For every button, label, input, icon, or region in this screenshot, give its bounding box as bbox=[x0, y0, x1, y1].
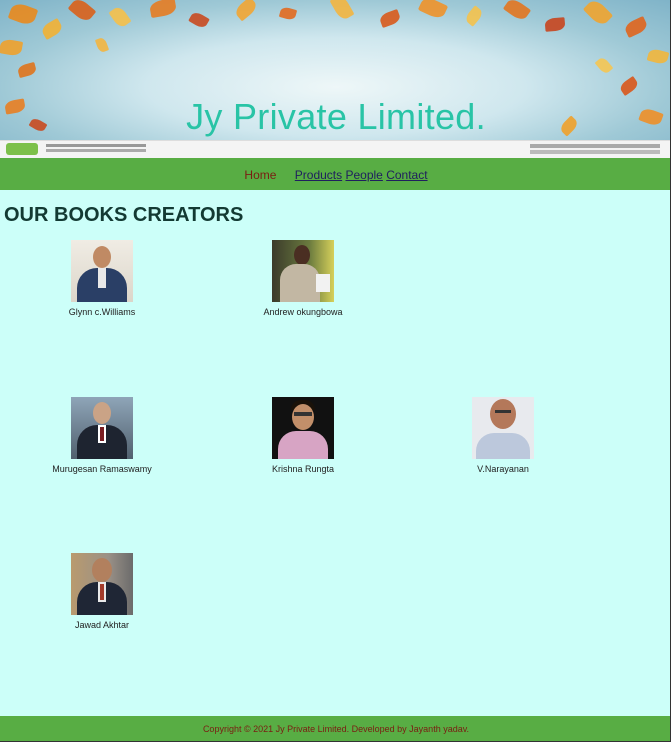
leaf-decoration bbox=[7, 1, 39, 27]
leaf-decoration bbox=[544, 17, 566, 32]
author-name: Krishna Rungta bbox=[271, 464, 335, 474]
leaf-decoration bbox=[329, 0, 355, 22]
author-photo bbox=[71, 397, 133, 459]
author-photo bbox=[472, 397, 534, 459]
author-photo bbox=[272, 240, 334, 302]
leaf-decoration bbox=[463, 5, 485, 27]
leaf-decoration bbox=[278, 6, 298, 21]
leaf-decoration bbox=[378, 8, 402, 29]
ad-text-lines bbox=[46, 144, 146, 147]
leaf-decoration bbox=[108, 4, 132, 30]
author-name: Murugesan Ramaswamy bbox=[52, 464, 152, 474]
leaf-decoration bbox=[623, 16, 649, 38]
leaf-decoration bbox=[502, 0, 532, 23]
leaf-decoration bbox=[582, 0, 614, 28]
main-content: OUR BOOKS CREATORS Glynn c.Williams Andr… bbox=[0, 190, 670, 716]
nav-link-people[interactable]: People bbox=[345, 168, 382, 182]
leaf-decoration bbox=[39, 17, 65, 41]
header-banner: Jy Private Limited. bbox=[0, 0, 670, 158]
author-photo bbox=[71, 553, 133, 615]
nav-link-home[interactable]: Home bbox=[244, 168, 276, 182]
person-card: Murugesan Ramaswamy bbox=[27, 397, 177, 474]
nav-link-products[interactable]: Products bbox=[295, 168, 342, 182]
leaf-decoration bbox=[618, 75, 640, 97]
person-card: Glynn c.Williams bbox=[27, 240, 177, 317]
site-title: Jy Private Limited. bbox=[186, 96, 486, 137]
ad-strip bbox=[0, 140, 670, 158]
person-card: Krishna Rungta bbox=[228, 397, 378, 474]
author-photo bbox=[71, 240, 133, 302]
author-photo bbox=[272, 397, 334, 459]
person-card: Andrew okungbowa bbox=[228, 240, 378, 317]
leaf-decoration bbox=[148, 0, 178, 19]
leaf-decoration bbox=[233, 0, 259, 22]
person-card: V.Narayanan bbox=[428, 397, 578, 474]
page-frame: Jy Private Limited. Home Products People… bbox=[0, 0, 671, 742]
leaf-decoration bbox=[417, 0, 449, 21]
leaf-decoration bbox=[94, 36, 110, 54]
author-name: Glynn c.Williams bbox=[68, 307, 136, 317]
leaf-decoration bbox=[646, 47, 670, 66]
person-card: Jawad Akhtar bbox=[27, 553, 177, 630]
leaf-decoration bbox=[16, 61, 38, 79]
footer: Copyright © 2021 Jy Private Limited. Dev… bbox=[0, 716, 670, 741]
leaf-decoration bbox=[67, 0, 97, 24]
leaf-decoration bbox=[594, 55, 614, 76]
leaf-decoration bbox=[188, 10, 210, 30]
author-name: Andrew okungbowa bbox=[263, 307, 343, 317]
leaf-decoration bbox=[0, 38, 24, 57]
nav-bar: Home Products People Contact bbox=[0, 158, 670, 190]
page-heading: OUR BOOKS CREATORS bbox=[4, 204, 244, 226]
ad-logo-icon bbox=[6, 143, 38, 155]
copyright-text: Copyright © 2021 Jy Private Limited. Dev… bbox=[202, 724, 470, 734]
author-name: V.Narayanan bbox=[477, 464, 529, 474]
ad-text-lines bbox=[530, 144, 660, 148]
nav-link-contact[interactable]: Contact bbox=[386, 168, 427, 182]
author-name: Jawad Akhtar bbox=[74, 620, 130, 630]
